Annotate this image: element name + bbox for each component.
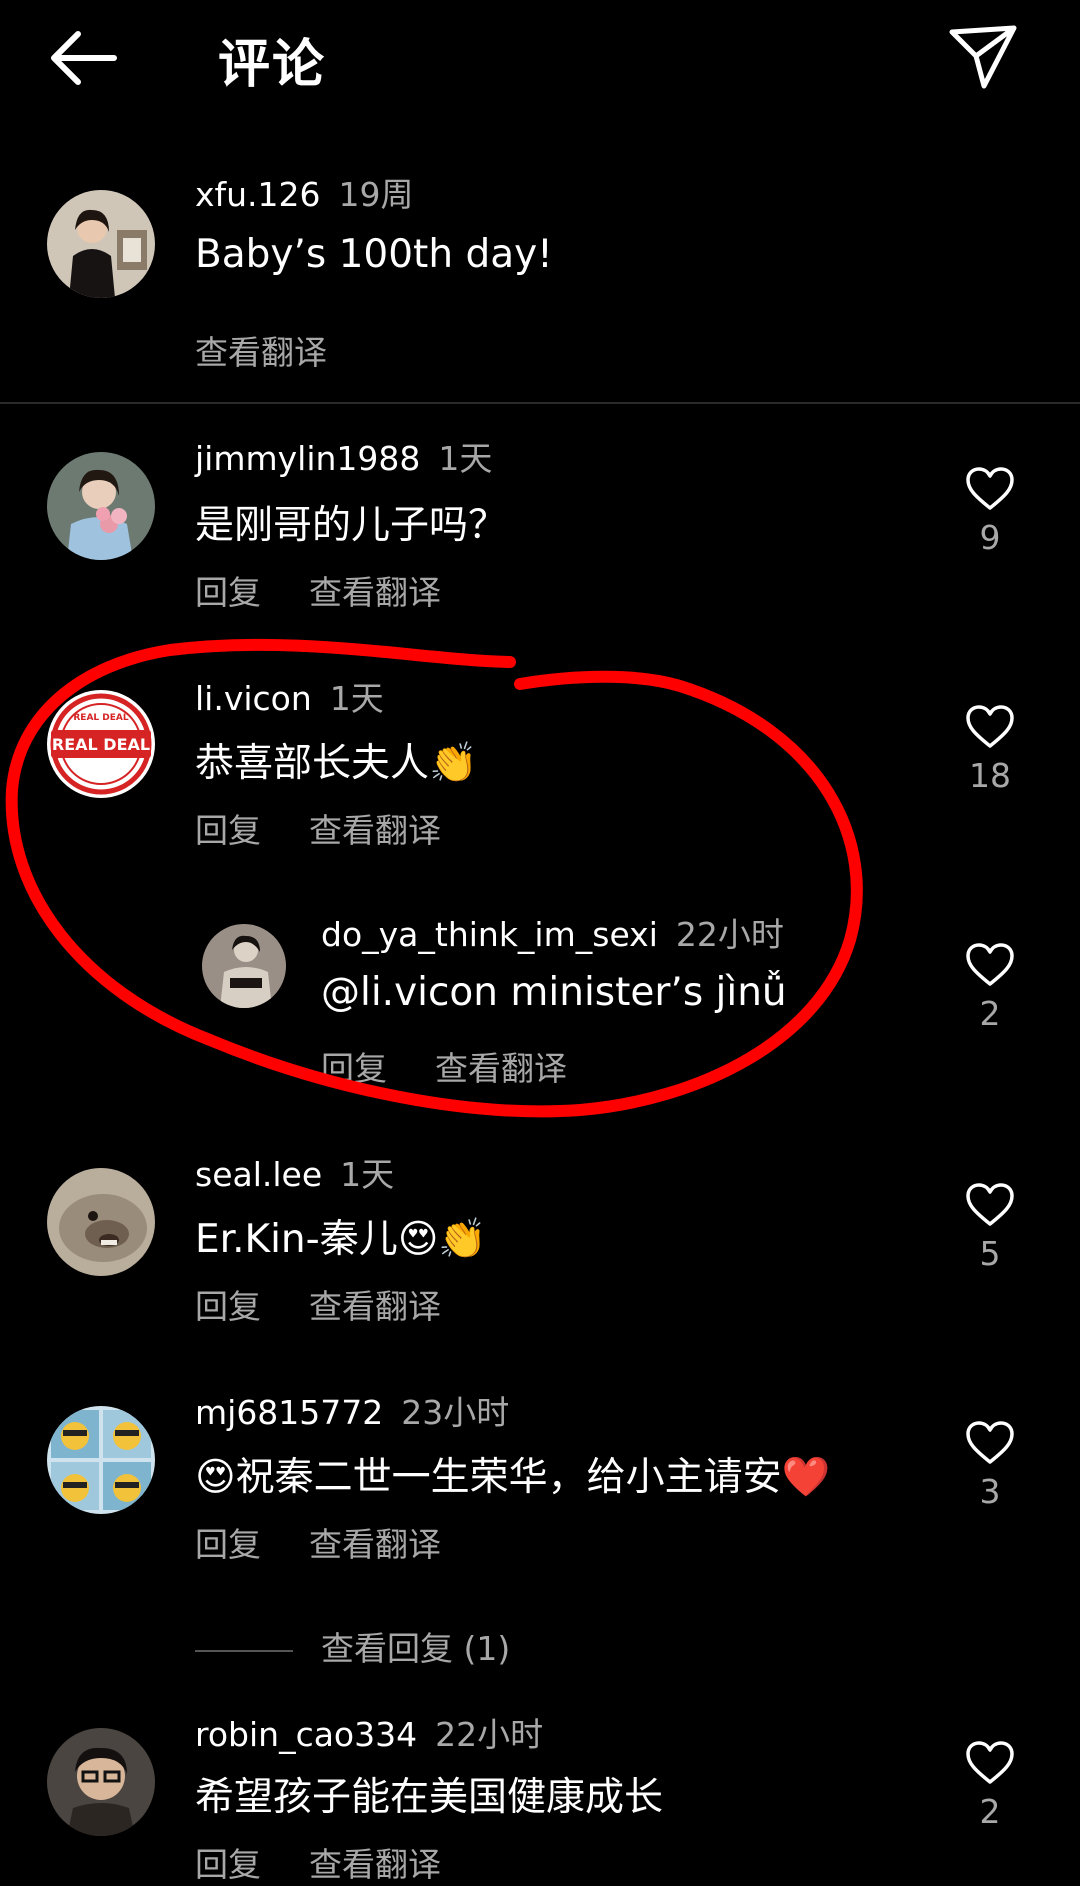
- like-count: 2: [979, 1792, 1001, 1831]
- heart-icon[interactable]: [965, 1182, 1015, 1228]
- comment-text: 希望孩子能在美国健康成长: [195, 1775, 664, 1820]
- timestamp: 22小时: [675, 915, 784, 954]
- username[interactable]: xfu.126: [195, 175, 321, 214]
- reply-button[interactable]: 回复: [195, 566, 261, 614]
- like-count: 5: [979, 1234, 1001, 1273]
- avatar[interactable]: [47, 1406, 155, 1514]
- avatar[interactable]: [202, 924, 286, 1008]
- like-count: 2: [979, 994, 1001, 1033]
- timestamp: 23小时: [401, 1393, 510, 1432]
- see-translation-button[interactable]: 查看翻译: [309, 1280, 441, 1328]
- heart-icon[interactable]: [965, 466, 1015, 512]
- avatar[interactable]: [47, 452, 155, 560]
- view-replies-label: 查看回复 (1): [321, 1629, 511, 1668]
- timestamp: 19周: [338, 175, 414, 214]
- heart-icon[interactable]: [965, 704, 1015, 750]
- avatar[interactable]: [47, 1168, 155, 1276]
- avatar-logo-text: REAL DEAL: [73, 713, 128, 723]
- like-control: 9: [960, 466, 1020, 557]
- avatar[interactable]: REAL DEAL REAL DEAL: [47, 690, 155, 798]
- timestamp: 22小时: [435, 1715, 544, 1754]
- see-translation-button[interactable]: 查看翻译: [309, 1838, 441, 1886]
- timestamp: 1天: [438, 439, 493, 478]
- arrow-left-icon[interactable]: [48, 26, 120, 90]
- avatar[interactable]: [47, 190, 155, 298]
- username[interactable]: seal.lee: [195, 1155, 322, 1194]
- like-control: 3: [960, 1420, 1020, 1511]
- view-replies-button[interactable]: 查看回复 (1): [195, 1622, 510, 1670]
- see-translation-button[interactable]: 查看翻译: [309, 1518, 441, 1566]
- divider-line: [195, 1649, 293, 1652]
- like-control: 18: [960, 704, 1020, 795]
- like-count: 18: [969, 756, 1011, 795]
- reply-button[interactable]: 回复: [195, 1518, 261, 1566]
- divider: [0, 402, 1080, 404]
- like-control: 5: [960, 1182, 1020, 1273]
- reply-button[interactable]: 回复: [321, 1042, 387, 1090]
- like-control: 2: [960, 1740, 1020, 1831]
- heart-icon[interactable]: [965, 1420, 1015, 1466]
- username[interactable]: mj6815772: [195, 1393, 383, 1432]
- page-title: 评论: [218, 35, 327, 95]
- like-count: 3: [979, 1472, 1001, 1511]
- avatar[interactable]: [47, 1728, 155, 1836]
- see-translation-button[interactable]: 查看翻译: [309, 804, 441, 852]
- avatar-logo-text: REAL DEAL: [52, 735, 150, 754]
- like-control: 2: [960, 942, 1020, 1033]
- reply-button[interactable]: 回复: [195, 1280, 261, 1328]
- username[interactable]: jimmylin1988: [195, 439, 420, 478]
- see-translation-button[interactable]: 查看翻译: [195, 326, 327, 374]
- comment-text: Er.Kin-秦儿😍👏: [195, 1217, 487, 1262]
- comment-text: @li.vicon minister’s jìnǚ: [321, 970, 787, 1015]
- heart-icon[interactable]: [965, 1740, 1015, 1786]
- see-translation-button[interactable]: 查看翻译: [435, 1042, 567, 1090]
- heart-icon[interactable]: [965, 942, 1015, 988]
- reply-button[interactable]: 回复: [195, 1838, 261, 1886]
- comment-text: 恭喜部长夫人👏: [195, 741, 478, 786]
- like-count: 9: [979, 518, 1001, 557]
- username[interactable]: do_ya_think_im_sexi: [321, 915, 658, 954]
- reply-button[interactable]: 回复: [195, 804, 261, 852]
- timestamp: 1天: [340, 1155, 395, 1194]
- top-bar: 评论: [0, 0, 1080, 120]
- username[interactable]: robin_cao334: [195, 1715, 417, 1754]
- send-icon[interactable]: [948, 22, 1018, 92]
- caption-text: Baby’s 100th day!: [195, 232, 553, 277]
- username[interactable]: li.vicon: [195, 679, 312, 718]
- comment-text: 😍祝秦二世一生荣华，给小主请安❤️: [195, 1455, 831, 1500]
- timestamp: 1天: [329, 679, 384, 718]
- see-translation-button[interactable]: 查看翻译: [309, 566, 441, 614]
- comment-text: 是刚哥的儿子吗？: [195, 503, 508, 548]
